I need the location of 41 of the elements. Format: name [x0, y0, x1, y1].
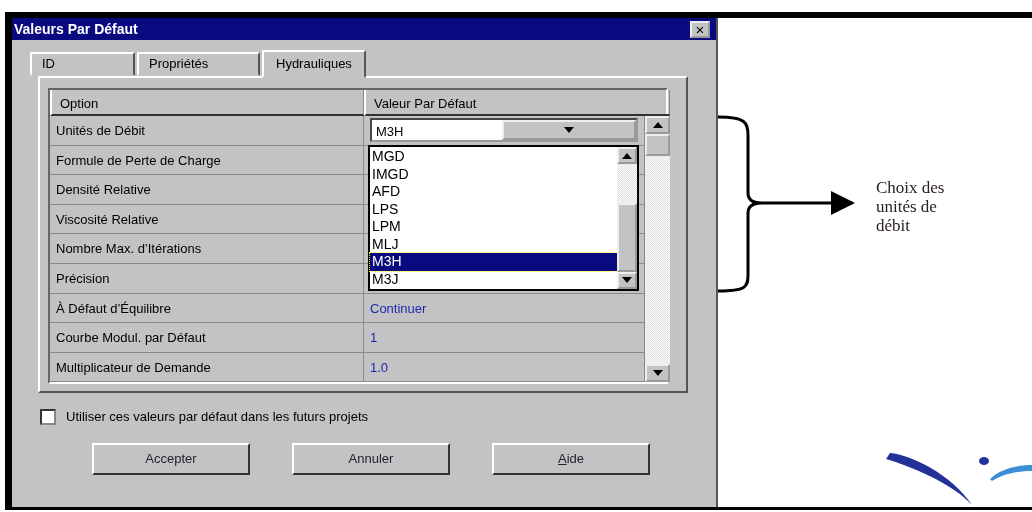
option-cell: Unités de Débit	[50, 116, 364, 146]
scroll-up-icon[interactable]	[617, 147, 637, 165]
scroll-thumb[interactable]	[617, 202, 637, 272]
value-cell: 1	[364, 323, 644, 353]
list-item[interactable]: MLJ	[370, 235, 617, 253]
value-cell: Continuer	[364, 293, 644, 324]
option-cell: Précision	[50, 263, 364, 294]
checkbox[interactable]	[40, 408, 56, 425]
option-cell: Courbe Modul. par Défaut	[50, 323, 364, 353]
column-header: Valeur Par Défaut	[364, 90, 670, 116]
accept-button[interactable]: Accepter	[92, 442, 250, 475]
checkbox-label: Utiliser ces valeurs par défaut dans les futurs projets	[66, 408, 369, 426]
list-item[interactable]: MGD	[370, 148, 617, 166]
cancel-button[interactable]: Annuler	[292, 442, 450, 475]
list-item[interactable]: IMGD	[370, 165, 617, 183]
option-cell: Viscosité Relative	[50, 204, 364, 235]
tab[interactable]: Propriétés	[137, 52, 260, 76]
dropdown-list[interactable]: MGD IMGD AFD LPS LPM MLJ M3H M3J	[368, 145, 639, 291]
option-cell: Nombre Max. d’Itérations	[50, 234, 364, 264]
option-cell: Multiplicateur de Demande	[50, 352, 364, 383]
option-cell: Densité Relative	[50, 175, 364, 205]
scroll-thumb[interactable]	[645, 134, 670, 156]
list-item[interactable]: M3H	[370, 253, 617, 271]
column-header: Option	[50, 90, 364, 116]
list-item[interactable]: LPM	[370, 218, 617, 236]
list-item[interactable]: AFD	[370, 183, 617, 201]
annotation-text: Choix des unités de débit	[876, 178, 946, 235]
value-cell: 1.0	[364, 352, 644, 383]
list-item[interactable]: LPS	[370, 200, 617, 218]
window-title: Valeurs Par Défaut	[14, 19, 138, 39]
scroll-down-icon[interactable]	[645, 364, 670, 383]
list-item[interactable]: M3J	[370, 270, 617, 288]
close-button[interactable]: ×	[690, 20, 710, 38]
help-button[interactable]: Aide	[492, 442, 650, 475]
scrollbar[interactable]	[644, 116, 670, 383]
tab[interactable]: Hydrauliques	[262, 50, 366, 78]
dropdown-field[interactable]: M3H	[370, 118, 638, 142]
scroll-up-icon[interactable]	[645, 116, 670, 134]
tab[interactable]: ID	[30, 52, 135, 76]
option-cell: Formule de Perte de Charge	[50, 145, 364, 176]
option-cell: À Défaut d’Équilibre	[50, 293, 364, 324]
